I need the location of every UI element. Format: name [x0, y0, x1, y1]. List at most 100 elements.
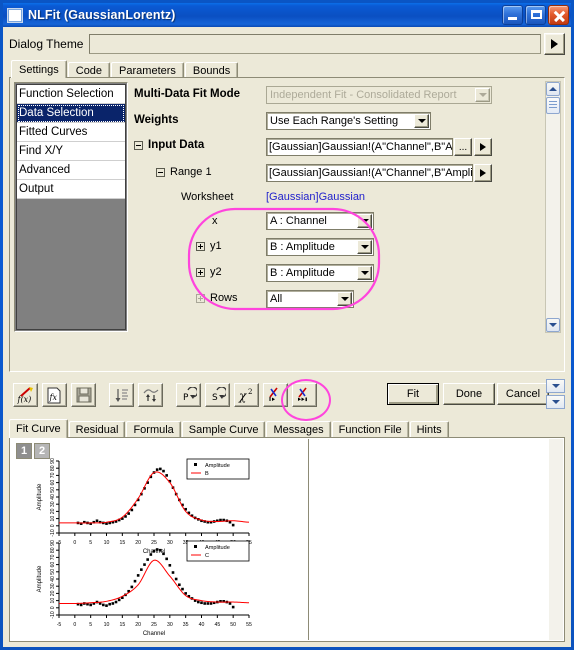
range1-field[interactable]: [Gaussian]Gaussian!(A"Channel",B"Amplitu…	[266, 164, 473, 182]
tab-code[interactable]: Code	[67, 62, 111, 78]
dialog-theme-field[interactable]	[89, 34, 541, 54]
svg-text:40: 40	[199, 622, 205, 628]
tab-settings[interactable]: Settings	[11, 60, 67, 78]
svg-text:60: 60	[50, 562, 56, 568]
window-title: NLFit (GaussianLorentz)	[28, 8, 176, 22]
maximize-button[interactable]	[525, 5, 546, 25]
svg-text:80: 80	[50, 547, 56, 553]
multi-data-fit-mode-value: Independent Fit - Consolidated Report	[270, 89, 457, 101]
svg-text:20: 20	[50, 590, 56, 596]
cancel-button[interactable]: Cancel	[497, 383, 549, 405]
tab-bounds[interactable]: Bounds	[184, 62, 239, 78]
initialize-parameters-button[interactable]	[109, 383, 134, 407]
sidebar-item-data-selection[interactable]: Data Selection	[17, 104, 125, 123]
top-tab-bar: Settings Code Parameters Bounds	[11, 60, 239, 78]
multi-data-fit-mode-select[interactable]: Independent Fit - Consolidated Report	[266, 86, 492, 104]
dialog-theme-expand-button[interactable]	[544, 33, 565, 55]
fit-until-converged-button[interactable]	[292, 383, 317, 407]
input-data-browse-button[interactable]: ...	[454, 138, 472, 156]
dialog-theme-row: Dialog Theme	[9, 32, 565, 56]
scrollbar-thumb[interactable]	[546, 97, 560, 114]
weights-select[interactable]: Use Each Range's Setting	[266, 112, 431, 130]
minimize-button[interactable]	[502, 5, 523, 25]
new-function-icon-button[interactable]: f(x)	[13, 383, 38, 407]
input-data-expand-button[interactable]	[474, 138, 492, 156]
svg-text:Amplitude: Amplitude	[205, 545, 230, 551]
svg-text:Amplitude: Amplitude	[37, 565, 43, 592]
svg-text:20: 20	[135, 540, 141, 546]
svg-text:Channel: Channel	[143, 631, 165, 637]
settings-fields: Multi-Data Fit Mode Independent Fit - Co…	[134, 82, 544, 332]
nav-up-button[interactable]	[546, 379, 565, 393]
svg-text:70: 70	[50, 554, 56, 560]
chi-square-icon: χ 2	[238, 388, 252, 403]
sidebar-item-advanced[interactable]: Advanced	[17, 161, 125, 180]
results-pane: 1 2 -50510152025303540455055Channel-1001…	[9, 437, 565, 642]
save-button[interactable]	[71, 383, 96, 407]
svg-text:30: 30	[167, 540, 173, 546]
tab-formula[interactable]: Formula	[126, 421, 181, 438]
tab-residual[interactable]: Residual	[68, 421, 126, 438]
expand-y1-icon[interactable]	[196, 241, 205, 251]
chevron-down-icon[interactable]	[475, 88, 490, 102]
svg-text:30: 30	[50, 583, 56, 589]
undo-p-button[interactable]: P	[176, 383, 201, 407]
chevron-up-icon	[549, 87, 557, 91]
expand-y2-icon[interactable]	[196, 267, 205, 277]
scroll-up-button[interactable]	[546, 82, 560, 96]
graph-page-1[interactable]: 1	[16, 443, 32, 459]
collapse-input-data-icon[interactable]	[134, 140, 143, 150]
weights-value: Use Each Range's Setting	[270, 115, 399, 127]
svg-text:50: 50	[230, 622, 236, 628]
svg-text:30: 30	[167, 622, 173, 628]
chevron-down-icon[interactable]	[357, 266, 372, 280]
expand-rows-icon[interactable]	[196, 293, 205, 303]
tab-function-file[interactable]: Function File	[331, 421, 409, 438]
import-function-file-button[interactable]: fx	[42, 383, 67, 407]
one-iteration-button[interactable]	[263, 383, 288, 407]
done-button[interactable]: Done	[443, 383, 495, 405]
tab-parameters[interactable]: Parameters	[111, 62, 184, 78]
chevron-down-icon[interactable]	[357, 240, 372, 254]
triangle-right-icon	[480, 169, 486, 177]
svg-text:5: 5	[89, 540, 92, 546]
fit-toolbar: f(x) fx P S χ 2 Fit Done Cancel	[9, 379, 565, 421]
tab-messages[interactable]: Messages	[266, 421, 331, 438]
svg-text:20: 20	[50, 508, 56, 514]
sidebar-item-fitted-curves[interactable]: Fitted Curves	[17, 123, 125, 142]
nav-down-button[interactable]	[546, 395, 565, 409]
sidebar-item-find-xy[interactable]: Find X/Y	[17, 142, 125, 161]
auto-parameter-button[interactable]	[138, 383, 163, 407]
scroll-down-button[interactable]	[546, 318, 560, 332]
worksheet-link[interactable]: [Gaussian]Gaussian	[266, 191, 365, 203]
tab-fit-curve[interactable]: Fit Curve	[9, 419, 68, 438]
y2-column-select[interactable]: B : Amplitude	[266, 264, 374, 282]
chevron-down-icon[interactable]	[414, 114, 429, 128]
chevron-down-icon[interactable]	[337, 292, 352, 306]
graph-page-2[interactable]: 2	[34, 443, 50, 459]
chi-square-button[interactable]: χ 2	[234, 383, 259, 407]
input-data-field[interactable]: [Gaussian]Gaussian!(A"Channel",B"Amplitu…	[266, 138, 453, 156]
settings-scrollbar[interactable]	[545, 81, 561, 333]
range1-expand-button[interactable]	[474, 164, 492, 182]
nlfit-window: NLFit (GaussianLorentz) Dialog Theme Set…	[0, 0, 574, 650]
tab-hints[interactable]: Hints	[409, 421, 449, 438]
x-column-select[interactable]: A : Channel	[266, 212, 374, 230]
sidebar-item-function-selection[interactable]: Function Selection	[17, 85, 125, 104]
collapse-range1-icon[interactable]	[156, 167, 165, 177]
close-button[interactable]	[548, 5, 569, 25]
chevron-down-icon[interactable]	[357, 214, 372, 228]
y1-column-select[interactable]: B : Amplitude	[266, 238, 374, 256]
input-data-label: Input Data	[148, 139, 205, 151]
rows-select[interactable]: All	[266, 290, 354, 308]
svg-text:10: 10	[104, 540, 110, 546]
tab-sample-curve[interactable]: Sample Curve	[181, 421, 266, 438]
svg-text:60: 60	[50, 480, 56, 486]
svg-text:25: 25	[151, 540, 157, 546]
svg-text:5: 5	[89, 622, 92, 628]
undo-s-button[interactable]: S	[205, 383, 230, 407]
sidebar-item-output[interactable]: Output	[17, 180, 125, 199]
fit-button[interactable]: Fit	[387, 383, 439, 405]
chevron-down-icon	[549, 323, 557, 327]
results-tab-bar: Fit Curve Residual Formula Sample Curve …	[9, 419, 450, 438]
